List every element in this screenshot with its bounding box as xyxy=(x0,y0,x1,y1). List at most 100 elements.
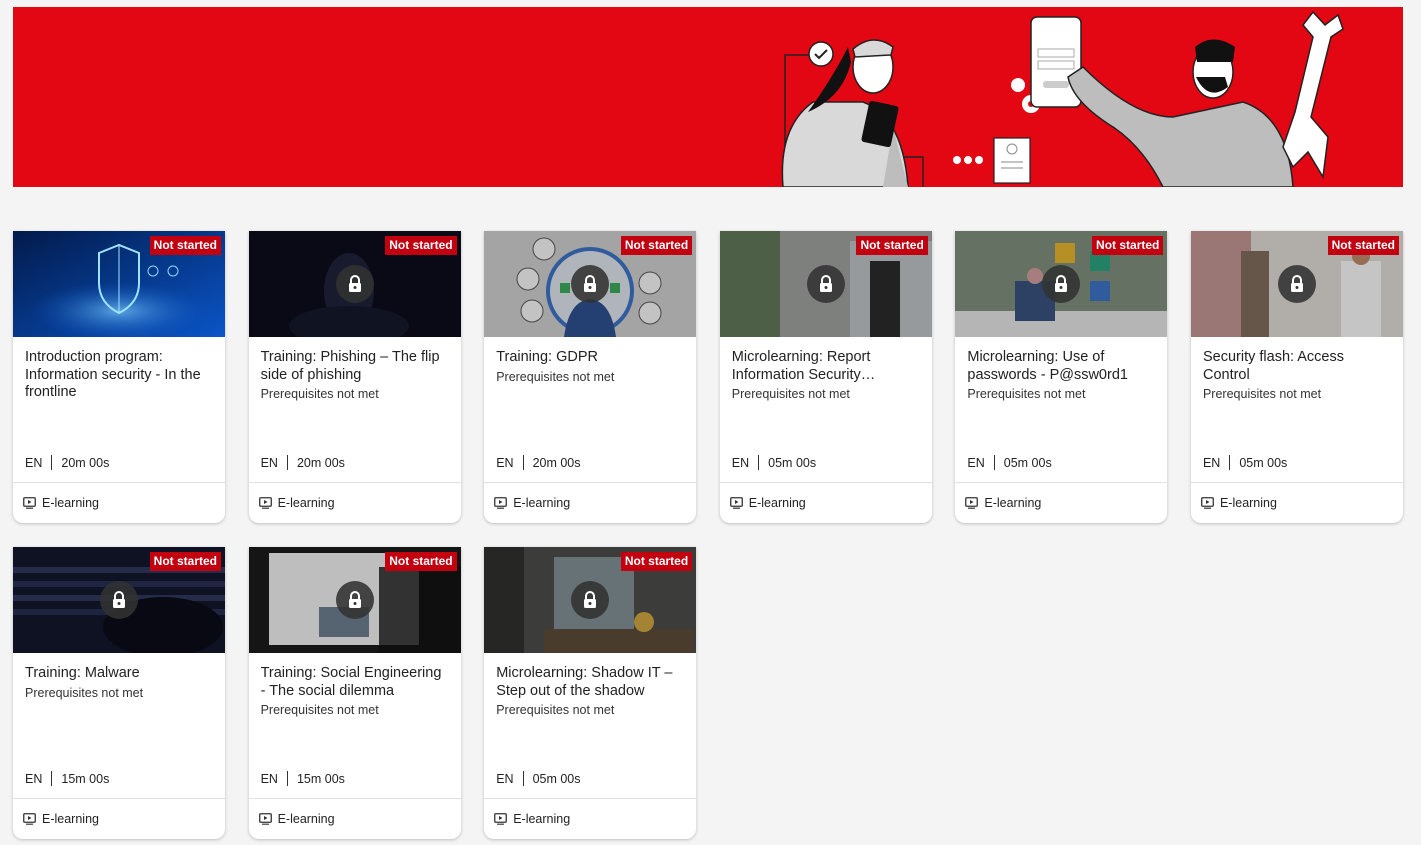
course-thumbnail: Not started xyxy=(13,231,225,337)
language-label: EN xyxy=(496,771,514,786)
course-grid: Not started Introduction program: Inform… xyxy=(13,231,1403,839)
course-thumbnail: Not started xyxy=(484,231,697,337)
course-card-4[interactable]: Not started Microlearning: Report Inform… xyxy=(719,231,932,523)
course-thumbnail: Not started xyxy=(248,547,461,653)
language-label: EN xyxy=(260,455,278,470)
status-badge: Not started xyxy=(385,236,457,255)
course-meta: EN 20m 00s xyxy=(25,455,109,470)
course-type-label: E-learning xyxy=(1219,496,1277,510)
lock-icon xyxy=(335,265,374,303)
course-meta: EN 05m 00s xyxy=(496,771,581,786)
course-title[interactable]: Security flash: Access Control xyxy=(1203,349,1392,384)
status-badge: Not started xyxy=(1327,236,1399,255)
prerequisites-text: Prerequisites not met xyxy=(25,685,144,700)
course-card-9[interactable]: Not started Microlearning: Shadow IT – S… xyxy=(484,547,697,839)
course-type-label: E-learning xyxy=(748,496,806,510)
duration-label: 20m 00s xyxy=(61,455,110,470)
status-badge: Not started xyxy=(620,236,693,255)
course-meta: EN 15m 00s xyxy=(261,771,345,786)
status-badge: Not started xyxy=(856,236,928,255)
duration-label: 05m 00s xyxy=(532,771,581,786)
course-type-label: E-learning xyxy=(513,496,571,510)
duration-label: 15m 00s xyxy=(61,771,110,786)
duration-label: 05m 00s xyxy=(1239,455,1288,470)
course-thumbnail: Not started xyxy=(484,547,697,653)
lock-icon xyxy=(571,581,610,619)
course-type-label: E-learning xyxy=(277,812,335,826)
duration-label: 15m 00s xyxy=(296,771,345,786)
course-type-label: E-learning xyxy=(277,496,335,510)
language-label: EN xyxy=(1202,455,1221,470)
lock-icon xyxy=(571,265,610,303)
lock-icon xyxy=(100,581,138,619)
course-type-row: E-learning xyxy=(719,482,932,523)
course-card-6[interactable]: Not started Security flash: Access Contr… xyxy=(1190,231,1403,523)
course-meta: EN 20m 00s xyxy=(261,455,345,470)
course-card-1[interactable]: Not started Introduction program: Inform… xyxy=(13,231,225,523)
status-badge: Not started xyxy=(1092,236,1164,255)
prerequisites-text: Prerequisites not met xyxy=(260,703,379,717)
course-type-row: E-learning xyxy=(1190,482,1403,523)
course-card-5[interactable]: Not started Microlearning: Use of passwo… xyxy=(955,231,1168,523)
course-card-7[interactable]: Not started Training: Malware Prerequisi… xyxy=(13,547,225,839)
course-thumbnail: Not started xyxy=(248,231,461,337)
video-play-icon xyxy=(729,497,743,509)
course-title[interactable]: Microlearning: Use of passwords - P@ssw0… xyxy=(967,349,1156,384)
course-type-row: E-learning xyxy=(248,798,461,839)
duration-label: 05m 00s xyxy=(1003,455,1052,470)
video-play-icon xyxy=(494,497,508,509)
banner-illustration xyxy=(781,10,1344,187)
course-type-row: E-learning xyxy=(955,482,1168,523)
course-type-row: E-learning xyxy=(13,482,225,523)
video-play-icon xyxy=(494,813,508,825)
course-meta: EN 20m 00s xyxy=(496,455,581,470)
course-thumbnail: Not started xyxy=(955,231,1168,337)
course-type-label: E-learning xyxy=(984,496,1042,510)
language-label: EN xyxy=(731,455,750,470)
course-title[interactable]: Training: GDPR xyxy=(496,349,685,367)
prerequisites-text: Prerequisites not met xyxy=(967,387,1086,401)
video-play-icon xyxy=(23,813,36,825)
duration-label: 20m 00s xyxy=(532,455,581,470)
prerequisites-text: Prerequisites not met xyxy=(731,387,850,401)
language-label: EN xyxy=(260,771,278,786)
course-title[interactable]: Training: Social Engineering - The socia… xyxy=(261,665,450,700)
course-card-3[interactable]: Not started Training: GDPR Prerequisites… xyxy=(484,231,697,523)
video-play-icon xyxy=(258,497,272,509)
video-play-icon xyxy=(23,497,36,509)
course-meta: EN 15m 00s xyxy=(25,771,109,786)
prerequisites-text: Prerequisites not met xyxy=(496,369,615,384)
language-label: EN xyxy=(496,455,514,470)
course-title[interactable]: Microlearning: Report Information Securi… xyxy=(732,349,921,384)
course-type-row: E-learning xyxy=(248,482,461,523)
course-meta: EN 05m 00s xyxy=(1203,455,1287,470)
lock-icon xyxy=(335,581,374,619)
lock-icon xyxy=(1277,265,1316,303)
course-title[interactable]: Training: Malware xyxy=(25,665,214,683)
video-play-icon xyxy=(258,813,272,825)
language-label: EN xyxy=(25,455,43,470)
course-card-2[interactable]: Not started Training: Phishing – The fli… xyxy=(248,231,461,523)
course-title[interactable]: Introduction program: Information securi… xyxy=(25,349,214,402)
course-thumbnail: Not started xyxy=(13,547,225,653)
hero-banner xyxy=(13,7,1403,187)
course-type-row: E-learning xyxy=(484,798,697,839)
prerequisites-text: Prerequisites not met xyxy=(1202,387,1322,401)
course-title[interactable]: Training: Phishing – The flip side of ph… xyxy=(261,349,450,384)
course-meta: EN 05m 00s xyxy=(967,455,1052,470)
status-badge: Not started xyxy=(385,552,457,571)
course-card-8[interactable]: Not started Training: Social Engineering… xyxy=(248,547,461,839)
course-type-row: E-learning xyxy=(13,798,225,839)
language-label: EN xyxy=(967,455,985,470)
status-badge: Not started xyxy=(620,552,693,571)
course-type-row: E-learning xyxy=(484,482,697,523)
course-title[interactable]: Microlearning: Shadow IT – Step out of t… xyxy=(496,665,685,700)
prerequisites-text: Prerequisites not met xyxy=(260,387,379,401)
course-type-label: E-learning xyxy=(42,812,99,826)
course-thumbnail: Not started xyxy=(719,231,932,337)
duration-label: 05m 00s xyxy=(768,455,817,470)
course-type-label: E-learning xyxy=(513,812,571,826)
course-meta: EN 05m 00s xyxy=(732,455,816,470)
language-label: EN xyxy=(25,771,43,786)
duration-label: 20m 00s xyxy=(296,455,345,470)
